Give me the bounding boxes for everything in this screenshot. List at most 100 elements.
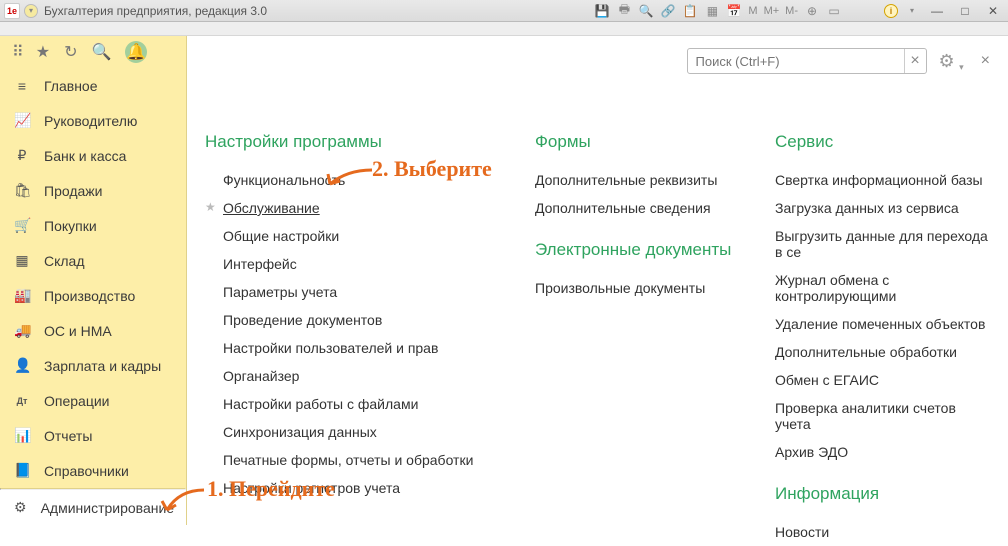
star-icon[interactable]: ★: [36, 42, 50, 62]
sidebar-item-directories[interactable]: 📘 Справочники: [0, 453, 186, 488]
search-icon[interactable]: 🔍: [638, 3, 654, 19]
sidebar-item-label: ОС и НМА: [44, 323, 112, 339]
bar-chart-icon: 📊: [14, 427, 30, 444]
section-title-forms: Формы: [535, 132, 745, 152]
sidebar-item-sales[interactable]: 🛍Продажи: [0, 173, 186, 208]
m-plus-button[interactable]: M+: [764, 5, 780, 17]
sidebar-item-label: Банк и касса: [44, 148, 126, 164]
link-accounting-params[interactable]: Параметры учета: [205, 278, 505, 306]
sidebar-item-label: Отчеты: [44, 428, 92, 444]
section-title-info: Информация: [775, 484, 990, 504]
sidebar-item-manager[interactable]: 📈Руководителю: [0, 103, 186, 138]
sidebar-item-operations[interactable]: Дт Операции: [0, 383, 186, 418]
calc-icon[interactable]: ▦: [704, 3, 720, 19]
sidebar-item-label: Справочники: [44, 463, 129, 479]
sidebar-item-main[interactable]: ≡ Главное: [0, 68, 186, 103]
settings-gear-icon[interactable]: ⚙: [939, 51, 955, 72]
link-registers[interactable]: Настройки регистров учета: [205, 474, 505, 502]
link-icon[interactable]: 🔗: [660, 3, 676, 19]
m-button[interactable]: M: [748, 5, 757, 17]
link-news[interactable]: Новости: [775, 518, 990, 546]
titlebar-tools: 💾 🖶 🔍 🔗 📋 ▦ 📅 M M+ M- ⊕ ▭ i ▾ — □ ✕: [594, 3, 1004, 19]
link-general-settings[interactable]: Общие настройки: [205, 222, 505, 250]
truck-icon: 🚚: [14, 322, 30, 339]
sidebar-item-label: Производство: [44, 288, 135, 304]
sidebar-item-hr[interactable]: 👤 Зарплата и кадры: [0, 348, 186, 383]
sidebar-item-admin[interactable]: ⚙Администрирование: [0, 490, 186, 525]
panels-icon[interactable]: ▭: [826, 3, 842, 19]
link-interface[interactable]: Интерфейс: [205, 250, 505, 278]
link-print-forms[interactable]: Печатные формы, отчеты и обработки: [205, 446, 505, 474]
sidebar-item-label: Зарплата и кадры: [44, 358, 161, 374]
sidebar-item-reports[interactable]: 📊 Отчеты: [0, 418, 186, 453]
history-icon[interactable]: ↻: [64, 42, 77, 62]
search-clear-button[interactable]: ×: [904, 49, 926, 73]
link-exchange-log[interactable]: Журнал обмена с контролирующими: [775, 266, 990, 310]
link-db-rollup[interactable]: Свертка информационной базы: [775, 166, 990, 194]
link-load-service[interactable]: Загрузка данных из сервиса: [775, 194, 990, 222]
link-organizer[interactable]: Органайзер: [205, 362, 505, 390]
link-egais[interactable]: Обмен с ЕГАИС: [775, 366, 990, 394]
link-data-sync[interactable]: Синхронизация данных: [205, 418, 505, 446]
app-logo: 1e: [4, 3, 20, 19]
search-box[interactable]: ×: [687, 48, 927, 74]
window-titlebar: 1e ▾ Бухгалтерия предприятия, редакция 3…: [0, 0, 1008, 22]
search-nav-icon[interactable]: 🔍: [91, 42, 111, 62]
bell-icon[interactable]: 🔔: [125, 41, 147, 63]
content-columns: Настройки программы Функциональность Обс…: [205, 126, 990, 546]
app-dropdown-icon[interactable]: ▾: [24, 4, 38, 18]
link-export-data[interactable]: Выгрузить данные для перехода в се: [775, 222, 990, 266]
link-users-rights[interactable]: Настройки пользователей и прав: [205, 334, 505, 362]
link-document-posting[interactable]: Проведение документов: [205, 306, 505, 334]
main-toolbar: × ⚙ ×: [205, 36, 990, 86]
sidebar: ⠿ ★ ↻ 🔍 🔔 ≡ Главное 📈Руководителю ₽ Банк и…: [0, 36, 187, 525]
link-addons[interactable]: Дополнительные обработки: [775, 338, 990, 366]
column-settings: Настройки программы Функциональность Обс…: [205, 126, 505, 546]
save-icon[interactable]: 💾: [594, 3, 610, 19]
search-input[interactable]: [688, 54, 904, 69]
grid-icon: ▦: [14, 252, 30, 269]
panel-close-button[interactable]: ×: [981, 52, 990, 70]
link-extra-info[interactable]: Дополнительные сведения: [535, 194, 745, 222]
link-file-settings[interactable]: Настройки работы с файлами: [205, 390, 505, 418]
section-title-service: Сервис: [775, 132, 990, 152]
m-minus-button[interactable]: M-: [785, 5, 798, 17]
sidebar-item-production[interactable]: 🏭Производство: [0, 278, 186, 313]
link-analytics-check[interactable]: Проверка аналитики счетов учета: [775, 394, 990, 438]
section-title-settings: Настройки программы: [205, 132, 505, 152]
maximize-button[interactable]: □: [954, 4, 976, 18]
ruble-icon: ₽: [14, 147, 30, 164]
sidebar-item-purchases[interactable]: 🛒Покупки: [0, 208, 186, 243]
zoom-in-icon[interactable]: ⊕: [804, 3, 820, 19]
sidebar-item-label: Продажи: [44, 183, 102, 199]
link-maintenance[interactable]: Обслуживание: [205, 194, 505, 222]
calendar-icon[interactable]: 📅: [726, 3, 742, 19]
link-delete-marked[interactable]: Удаление помеченных объектов: [775, 310, 990, 338]
column-service: Сервис Свертка информационной базы Загру…: [775, 126, 990, 546]
help-icon[interactable]: i: [884, 4, 898, 18]
main-panel: × ⚙ × Настройки программы Функциональнос…: [187, 36, 1008, 525]
secondary-toolbar: [0, 22, 1008, 36]
clipboard-icon[interactable]: 📋: [682, 3, 698, 19]
person-icon: 👤: [14, 357, 30, 374]
sidebar-item-bank[interactable]: ₽ Банк и касса: [0, 138, 186, 173]
book-icon: 📘: [14, 462, 30, 479]
help-dropdown-icon[interactable]: ▾: [904, 3, 920, 19]
sidebar-item-label: Администрирование: [41, 500, 175, 516]
link-functionality[interactable]: Функциональность: [205, 166, 505, 194]
print-icon[interactable]: 🖶: [616, 3, 632, 19]
minimize-button[interactable]: —: [926, 4, 948, 18]
apps-icon[interactable]: ⠿: [12, 42, 22, 62]
sidebar-item-label: Операции: [44, 393, 110, 409]
link-arbitrary-docs[interactable]: Произвольные документы: [535, 274, 745, 302]
menu-icon: ≡: [14, 78, 30, 94]
sidebar-item-assets[interactable]: 🚚 ОС и НМА: [0, 313, 186, 348]
sidebar-item-label: Главное: [44, 78, 98, 94]
link-edo-archive[interactable]: Архив ЭДО: [775, 438, 990, 466]
chart-icon: 📈: [14, 112, 30, 129]
close-button[interactable]: ✕: [982, 4, 1004, 18]
dtkt-icon: Дт: [14, 396, 30, 406]
sidebar-item-warehouse[interactable]: ▦Склад: [0, 243, 186, 278]
link-extra-props[interactable]: Дополнительные реквизиты: [535, 166, 745, 194]
section-title-edoc: Электронные документы: [535, 240, 745, 260]
